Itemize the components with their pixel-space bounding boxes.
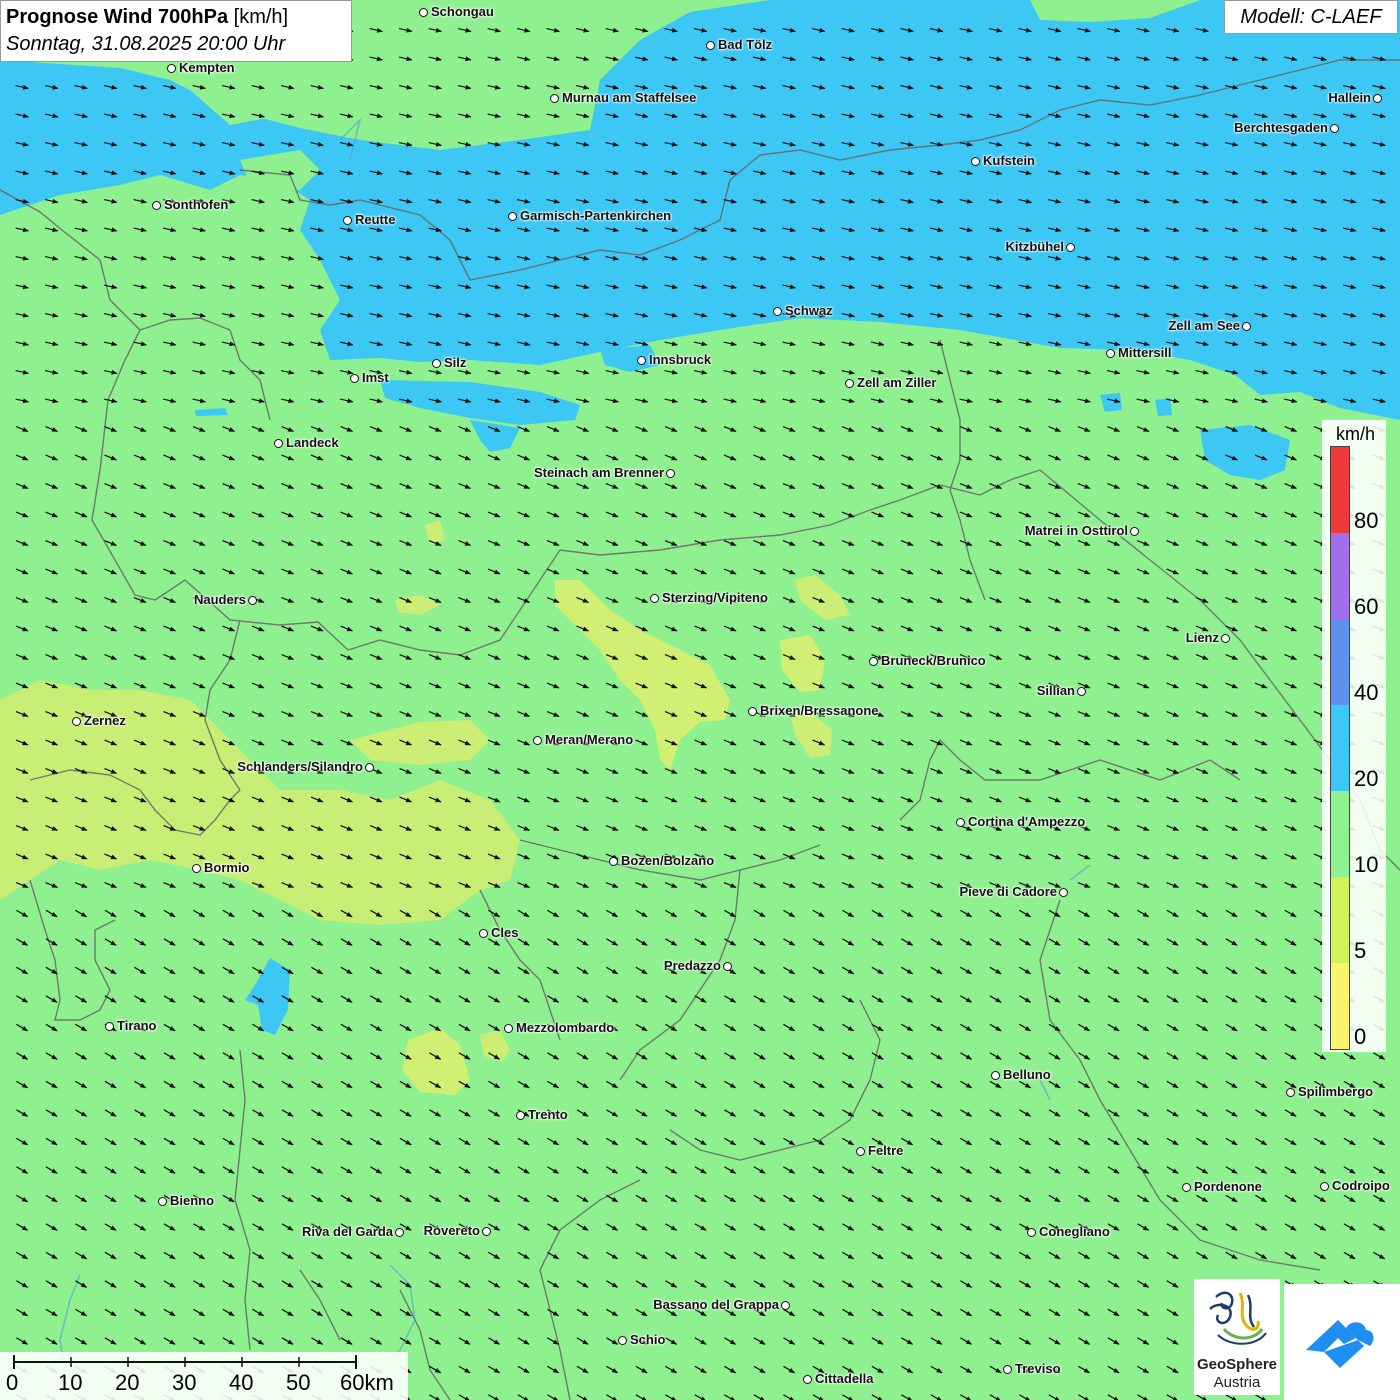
scale-label: 30 <box>172 1370 197 1395</box>
title-main: Prognose Wind 700hPa <box>6 6 229 28</box>
legend-segment-60-80 <box>1331 533 1349 619</box>
wind-map[interactable]: Schongau Bad Tölz Kempten Murnau am Staffel… <box>0 0 1400 1400</box>
scale-label: 0 <box>6 1370 19 1395</box>
legend-label: 60 <box>1354 594 1379 619</box>
legend-color-bar <box>1330 446 1350 1050</box>
scale-label: 20 <box>115 1370 140 1395</box>
model-label: Modell: C-LAEF <box>1224 0 1398 34</box>
legend-segment-80-100 <box>1331 447 1349 533</box>
legend-label: 0 <box>1354 1024 1367 1049</box>
scale-label: 10 <box>58 1370 83 1395</box>
legend-segment-20-40 <box>1331 705 1349 791</box>
legend-segment-5-10 <box>1331 877 1349 963</box>
app-mountain-icon <box>1306 1320 1374 1368</box>
geosphere-name: GeoSphere <box>1196 1356 1278 1373</box>
scale-bar: 0 10 20 30 40 50 60km <box>0 1352 408 1400</box>
title-line: Prognose Wind 700hPa [km/h] <box>6 4 346 30</box>
forecast-datetime: Sonntag, 31.08.2025 20:00 Uhr <box>6 33 286 55</box>
legend-label: 80 <box>1354 508 1379 533</box>
color-legend: km/h 80 60 40 20 10 5 0 <box>1322 420 1386 1052</box>
app-logo[interactable] <box>1284 1284 1400 1400</box>
geosphere-logo[interactable]: GeoSphere Austria <box>1194 1279 1280 1395</box>
geosphere-swirl-icon <box>1209 1291 1267 1345</box>
scale-label: 40 <box>229 1370 254 1395</box>
legend-segment-0-5 <box>1331 963 1349 1049</box>
map-title: Prognose Wind 700hPa [km/h] Sonntag, 31.… <box>0 0 352 62</box>
legend-segment-40-60 <box>1331 619 1349 705</box>
legend-label: 5 <box>1354 938 1367 963</box>
scale-label: 50 <box>286 1370 311 1395</box>
scale-label: 60km <box>340 1370 394 1395</box>
scale-bar-line <box>13 1355 357 1369</box>
map-base-layer <box>0 0 1400 1400</box>
legend-segment-10-20 <box>1331 791 1349 877</box>
geosphere-country: Austria <box>1213 1374 1261 1391</box>
title-unit: [km/h] <box>233 6 289 28</box>
legend-label: 20 <box>1354 766 1379 791</box>
legend-label: 10 <box>1354 852 1379 877</box>
legend-label: 40 <box>1354 680 1379 705</box>
legend-unit: km/h <box>1336 424 1376 444</box>
